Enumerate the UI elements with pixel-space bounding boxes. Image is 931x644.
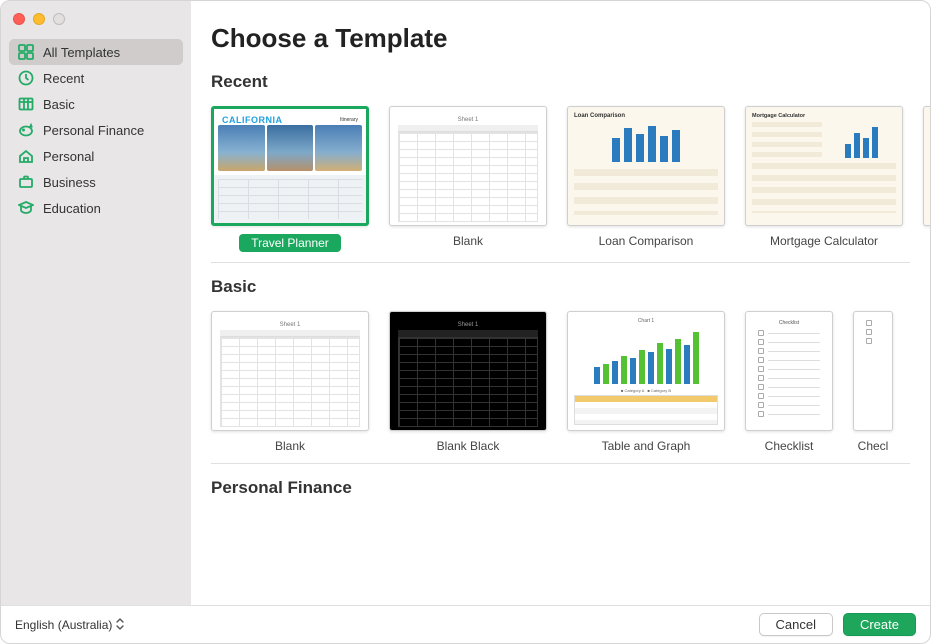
- template-thumb: Sheet 1: [211, 311, 369, 431]
- template-thumb: Portfolio $48765.00: [923, 106, 930, 226]
- sidebar-item-label: Basic: [43, 97, 75, 112]
- template-chooser-window: All Templates Recent Basic Personal Fina…: [0, 0, 931, 644]
- recent-icon: [17, 69, 35, 87]
- language-label: English (Australia): [15, 618, 112, 632]
- sidebar-item-label: Personal Finance: [43, 123, 144, 138]
- zoom-window-button[interactable]: [53, 13, 65, 25]
- templates-icon: [17, 43, 35, 61]
- template-thumb: [853, 311, 893, 431]
- template-travel-planner[interactable]: CALIFORNIA Itinerary Travel Planner: [211, 106, 369, 252]
- template-label: Loan Comparison: [599, 234, 694, 248]
- page-title: Choose a Template: [211, 23, 930, 54]
- window-body: All Templates Recent Basic Personal Fina…: [1, 1, 930, 605]
- template-checklist-2[interactable]: Checl: [853, 311, 893, 453]
- sidebar-item-business[interactable]: Business: [9, 169, 183, 195]
- template-blank[interactable]: Sheet 1 Blank: [389, 106, 547, 252]
- basic-icon: [17, 95, 35, 113]
- personal-icon: [17, 147, 35, 165]
- cancel-button[interactable]: Cancel: [759, 613, 833, 636]
- template-gallery: Choose a Template Recent CALIFORNIA Itin…: [191, 1, 930, 605]
- sidebar-item-all-templates[interactable]: All Templates: [9, 39, 183, 65]
- template-label: Checl: [858, 439, 889, 453]
- template-label: Mortgage Calculator: [770, 234, 878, 248]
- window-controls: [1, 1, 191, 35]
- minimize-window-button[interactable]: [33, 13, 45, 25]
- template-checklist[interactable]: Checklist: [745, 311, 833, 453]
- thumb-heading: Checklist: [758, 320, 820, 326]
- education-icon: [17, 199, 35, 217]
- sidebar-item-personal-finance[interactable]: Personal Finance: [9, 117, 183, 143]
- template-thumb: Sheet 1: [389, 311, 547, 431]
- footer-bar: English (Australia) Cancel Create: [1, 605, 930, 643]
- thumb-heading: CALIFORNIA: [222, 115, 283, 125]
- template-table-and-graph[interactable]: Chart 1 ■ Category A ■ Category B Ta: [567, 311, 725, 453]
- template-blank-black[interactable]: Sheet 1 Blank Black: [389, 311, 547, 453]
- section-header-recent: Recent: [211, 72, 930, 92]
- finance-icon: [17, 121, 35, 139]
- sidebar-item-label: Business: [43, 175, 96, 190]
- template-label: Table and Graph: [602, 439, 691, 453]
- section-divider: [211, 463, 910, 464]
- sidebar-item-label: All Templates: [43, 45, 120, 60]
- section-header-personal-finance: Personal Finance: [211, 478, 930, 498]
- thumb-heading: Mortgage Calculator: [752, 113, 896, 119]
- template-label: Blank: [453, 234, 483, 248]
- sidebar-item-education[interactable]: Education: [9, 195, 183, 221]
- basic-row: Sheet 1 Blank Sheet 1 Blank Black: [211, 311, 930, 453]
- template-mortgage-calculator[interactable]: Mortgage Calculator Mortgage Calculator: [745, 106, 903, 252]
- section-divider: [211, 262, 910, 263]
- create-button[interactable]: Create: [843, 613, 916, 636]
- template-thumb: Mortgage Calculator: [745, 106, 903, 226]
- section-header-basic: Basic: [211, 277, 930, 297]
- template-label: Blank: [275, 439, 305, 453]
- template-thumb: Checklist: [745, 311, 833, 431]
- recent-row: CALIFORNIA Itinerary Travel Planner Shee…: [211, 106, 930, 252]
- main-panel: Choose a Template Recent CALIFORNIA Itin…: [191, 1, 930, 605]
- template-loan-comparison[interactable]: Loan Comparison Loan Comparison: [567, 106, 725, 252]
- template-thumb: Chart 1 ■ Category A ■ Category B: [567, 311, 725, 431]
- template-label: Checklist: [765, 439, 814, 453]
- sidebar: All Templates Recent Basic Personal Fina…: [1, 1, 191, 605]
- template-label: Blank Black: [437, 439, 500, 453]
- template-my-stocks[interactable]: Portfolio $48765.00 My Stocks: [923, 106, 930, 252]
- template-thumb: Sheet 1: [389, 106, 547, 226]
- sidebar-item-label: Personal: [43, 149, 94, 164]
- sidebar-item-personal[interactable]: Personal: [9, 143, 183, 169]
- sidebar-list: All Templates Recent Basic Personal Fina…: [1, 35, 191, 225]
- sidebar-item-label: Recent: [43, 71, 84, 86]
- business-icon: [17, 173, 35, 191]
- sidebar-item-label: Education: [43, 201, 101, 216]
- sidebar-item-recent[interactable]: Recent: [9, 65, 183, 91]
- sidebar-item-basic[interactable]: Basic: [9, 91, 183, 117]
- chevron-updown-icon: [116, 618, 124, 632]
- template-thumb: Loan Comparison: [567, 106, 725, 226]
- template-thumb: CALIFORNIA Itinerary: [211, 106, 369, 226]
- close-window-button[interactable]: [13, 13, 25, 25]
- thumb-subheading: Itinerary: [340, 117, 358, 123]
- language-selector[interactable]: English (Australia): [15, 618, 124, 632]
- template-label: Travel Planner: [239, 234, 341, 252]
- template-blank-basic[interactable]: Sheet 1 Blank: [211, 311, 369, 453]
